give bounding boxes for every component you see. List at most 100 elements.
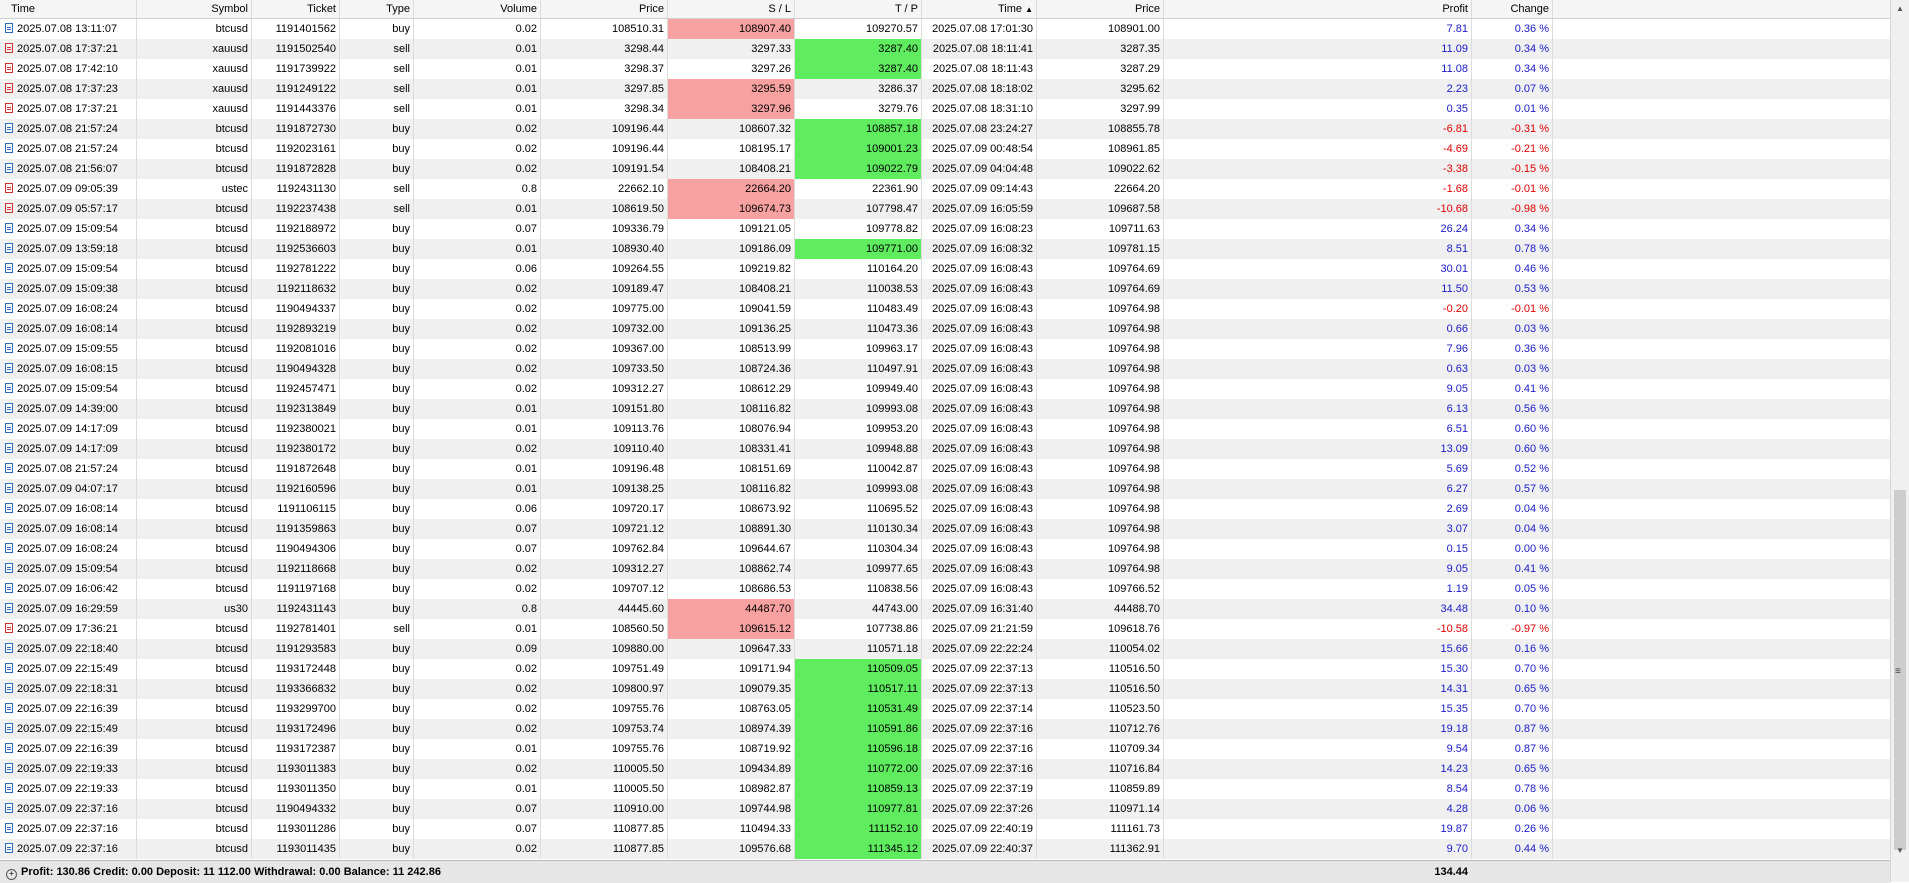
cell-type: sell bbox=[340, 79, 414, 99]
table-row[interactable]: 2025.07.09 16:08:24 btcusd 1190494337 buy 0.… bbox=[0, 299, 1890, 319]
table-row[interactable]: 2025.07.09 16:08:24 btcusd 1190494306 buy 0.… bbox=[0, 539, 1890, 559]
table-row[interactable]: 2025.07.08 13:11:07 btcusd 1191401562 buy 0.… bbox=[0, 19, 1890, 39]
col-header-tp[interactable]: T / P bbox=[795, 0, 922, 18]
table-row[interactable]: 2025.07.09 09:05:39 ustec 1192431130 sell 0.… bbox=[0, 179, 1890, 199]
col-header-profit[interactable]: Profit bbox=[1164, 0, 1472, 18]
buy-order-icon bbox=[5, 683, 13, 693]
cell-sl: 109186.09 bbox=[668, 239, 795, 259]
cell-tp: 110483.49 bbox=[795, 299, 922, 319]
table-row[interactable]: 2025.07.09 04:07:17 btcusd 1192160596 buy 0.… bbox=[0, 479, 1890, 499]
cell-volume: 0.02 bbox=[414, 659, 541, 679]
cell-type: buy bbox=[340, 419, 414, 439]
col-header-symbol[interactable]: Symbol bbox=[137, 0, 252, 18]
vertical-scrollbar[interactable]: ▲ ≡ ▼ bbox=[1890, 0, 1909, 882]
cell-close-time: 2025.07.09 16:08:43 bbox=[922, 459, 1037, 479]
table-row[interactable]: 2025.07.09 16:29:59 us30 1192431143 buy 0.8 4… bbox=[0, 599, 1890, 619]
col-header-type[interactable]: Type bbox=[340, 0, 414, 18]
cell-sl: 109219.82 bbox=[668, 259, 795, 279]
table-row[interactable]: 2025.07.08 21:57:24 btcusd 1192023161 buy 0.… bbox=[0, 139, 1890, 159]
table-row[interactable]: 2025.07.08 21:57:24 btcusd 1191872648 buy 0.… bbox=[0, 459, 1890, 479]
table-row[interactable]: 2025.07.08 17:37:21 xauusd 1191502540 sell 0… bbox=[0, 39, 1890, 59]
cell-close-time: 2025.07.09 22:37:14 bbox=[922, 699, 1037, 719]
cell-sl: 3297.96 bbox=[668, 99, 795, 119]
cell-profit: 6.27 bbox=[1164, 479, 1472, 499]
table-row[interactable]: 2025.07.09 15:09:55 btcusd 1192081016 buy 0.… bbox=[0, 339, 1890, 359]
buy-order-icon bbox=[5, 323, 13, 333]
cell-change: 0.41 % bbox=[1472, 379, 1553, 399]
cell-time: 2025.07.09 16:08:14 bbox=[0, 499, 137, 519]
table-row[interactable]: 2025.07.09 22:37:16 btcusd 1193011286 buy 0.… bbox=[0, 819, 1890, 839]
table-row[interactable]: 2025.07.08 21:57:24 btcusd 1191872730 buy 0.… bbox=[0, 119, 1890, 139]
cell-tp: 109001.23 bbox=[795, 139, 922, 159]
table-row[interactable]: 2025.07.09 16:08:14 btcusd 1191106115 buy 0.… bbox=[0, 499, 1890, 519]
table-row[interactable]: 2025.07.09 22:15:49 btcusd 1193172448 buy 0.… bbox=[0, 659, 1890, 679]
open-time: 2025.07.09 09:05:39 bbox=[17, 183, 118, 195]
scroll-up-icon[interactable]: ▲ bbox=[1896, 4, 1904, 13]
buy-order-icon bbox=[5, 263, 13, 273]
table-header: Time Symbol Ticket Type Volume Price S /… bbox=[0, 0, 1890, 19]
table-row[interactable]: 2025.07.08 17:37:23 xauusd 1191249122 sell 0… bbox=[0, 79, 1890, 99]
cell-close-time: 2025.07.09 22:37:19 bbox=[922, 779, 1037, 799]
table-row[interactable]: 2025.07.09 22:16:39 btcusd 1193172387 buy 0.… bbox=[0, 739, 1890, 759]
cell-price: 109753.74 bbox=[541, 719, 668, 739]
cell-type: buy bbox=[340, 339, 414, 359]
cell-time: 2025.07.09 16:29:59 bbox=[0, 599, 137, 619]
col-header-sl[interactable]: S / L bbox=[668, 0, 795, 18]
table-row[interactable]: 2025.07.09 14:17:09 btcusd 1192380021 buy 0.… bbox=[0, 419, 1890, 439]
table-row[interactable]: 2025.07.09 16:08:14 btcusd 1192893219 buy 0.… bbox=[0, 319, 1890, 339]
cell-type: buy bbox=[340, 659, 414, 679]
table-row[interactable]: 2025.07.09 22:19:33 btcusd 1193011350 buy 0.… bbox=[0, 779, 1890, 799]
table-row[interactable]: 2025.07.09 22:18:40 btcusd 1191293583 buy 0.… bbox=[0, 639, 1890, 659]
table-row[interactable]: 2025.07.09 15:09:54 btcusd 1192781222 buy 0.… bbox=[0, 259, 1890, 279]
table-row[interactable]: 2025.07.08 17:42:10 xauusd 1191739922 sell 0… bbox=[0, 59, 1890, 79]
table-row[interactable]: 2025.07.08 17:37:21 xauusd 1191443376 sell 0… bbox=[0, 99, 1890, 119]
table-row[interactable]: 2025.07.09 14:17:09 btcusd 1192380172 buy 0.… bbox=[0, 439, 1890, 459]
cell-profit: 13.09 bbox=[1164, 439, 1472, 459]
cell-tp: 110130.34 bbox=[795, 519, 922, 539]
cell-tp: 109977.65 bbox=[795, 559, 922, 579]
cell-change: 0.57 % bbox=[1472, 479, 1553, 499]
cell-type: buy bbox=[340, 459, 414, 479]
table-row[interactable]: 2025.07.09 22:16:39 btcusd 1193299700 buy 0.… bbox=[0, 699, 1890, 719]
table-row[interactable]: 2025.07.09 22:37:16 btcusd 1193011435 buy 0.… bbox=[0, 839, 1890, 859]
col-header-close-price[interactable]: Price bbox=[1037, 0, 1164, 18]
col-header-change[interactable]: Change bbox=[1472, 0, 1553, 18]
table-row[interactable]: 2025.07.09 15:09:38 btcusd 1192118632 buy 0.… bbox=[0, 279, 1890, 299]
table-row[interactable]: 2025.07.09 05:57:17 btcusd 1192237438 sell 0… bbox=[0, 199, 1890, 219]
table-row[interactable]: 2025.07.09 14:39:00 btcusd 1192313849 buy 0.… bbox=[0, 399, 1890, 419]
table-row[interactable]: 2025.07.09 16:08:14 btcusd 1191359863 buy 0.… bbox=[0, 519, 1890, 539]
sell-order-icon bbox=[5, 43, 13, 53]
cell-change: 0.60 % bbox=[1472, 439, 1553, 459]
cell-tp: 3287.40 bbox=[795, 39, 922, 59]
table-row[interactable]: 2025.07.09 13:59:18 btcusd 1192536603 buy 0.… bbox=[0, 239, 1890, 259]
table-row[interactable]: 2025.07.09 16:08:15 btcusd 1190494328 buy 0.… bbox=[0, 359, 1890, 379]
buy-order-icon bbox=[5, 663, 13, 673]
table-row[interactable]: 2025.07.09 15:09:54 btcusd 1192457471 buy 0.… bbox=[0, 379, 1890, 399]
col-header-price[interactable]: Price bbox=[541, 0, 668, 18]
table-row[interactable]: 2025.07.08 21:56:07 btcusd 1191872828 buy 0.… bbox=[0, 159, 1890, 179]
col-header-volume[interactable]: Volume bbox=[414, 0, 541, 18]
cell-time: 2025.07.09 17:36:21 bbox=[0, 619, 137, 639]
table-row[interactable]: 2025.07.09 22:15:49 btcusd 1193172496 buy 0.… bbox=[0, 719, 1890, 739]
col-header-close-time[interactable]: Time ▲ bbox=[922, 0, 1037, 18]
cell-time: 2025.07.09 15:09:54 bbox=[0, 379, 137, 399]
col-header-ticket[interactable]: Ticket bbox=[252, 0, 340, 18]
col-header-time[interactable]: Time bbox=[0, 0, 137, 18]
cell-volume: 0.07 bbox=[414, 219, 541, 239]
table-row[interactable]: 2025.07.09 22:18:31 btcusd 1193366832 buy 0.… bbox=[0, 679, 1890, 699]
table-row[interactable]: 2025.07.09 15:09:54 btcusd 1192118668 buy 0.… bbox=[0, 559, 1890, 579]
table-row[interactable]: 2025.07.09 15:09:54 btcusd 1192188972 buy 0.… bbox=[0, 219, 1890, 239]
plus-circle-icon[interactable]: + bbox=[6, 869, 17, 880]
cell-profit: 19.87 bbox=[1164, 819, 1472, 839]
table-row[interactable]: 2025.07.09 22:37:16 btcusd 1190494332 buy 0.… bbox=[0, 799, 1890, 819]
cell-ticket: 1192380172 bbox=[252, 439, 340, 459]
table-row[interactable]: 2025.07.09 16:06:42 btcusd 1191197168 buy 0.… bbox=[0, 579, 1890, 599]
cell-sl: 110494.33 bbox=[668, 819, 795, 839]
cell-ticket: 1192081016 bbox=[252, 339, 340, 359]
scroll-down-icon[interactable]: ▼ bbox=[1896, 846, 1904, 855]
table-row[interactable]: 2025.07.09 22:19:33 btcusd 1193011383 buy 0.… bbox=[0, 759, 1890, 779]
buy-order-icon bbox=[5, 223, 13, 233]
cell-close-price: 109764.98 bbox=[1037, 299, 1164, 319]
table-row[interactable]: 2025.07.09 17:36:21 btcusd 1192781401 sell 0… bbox=[0, 619, 1890, 639]
cell-type: buy bbox=[340, 439, 414, 459]
